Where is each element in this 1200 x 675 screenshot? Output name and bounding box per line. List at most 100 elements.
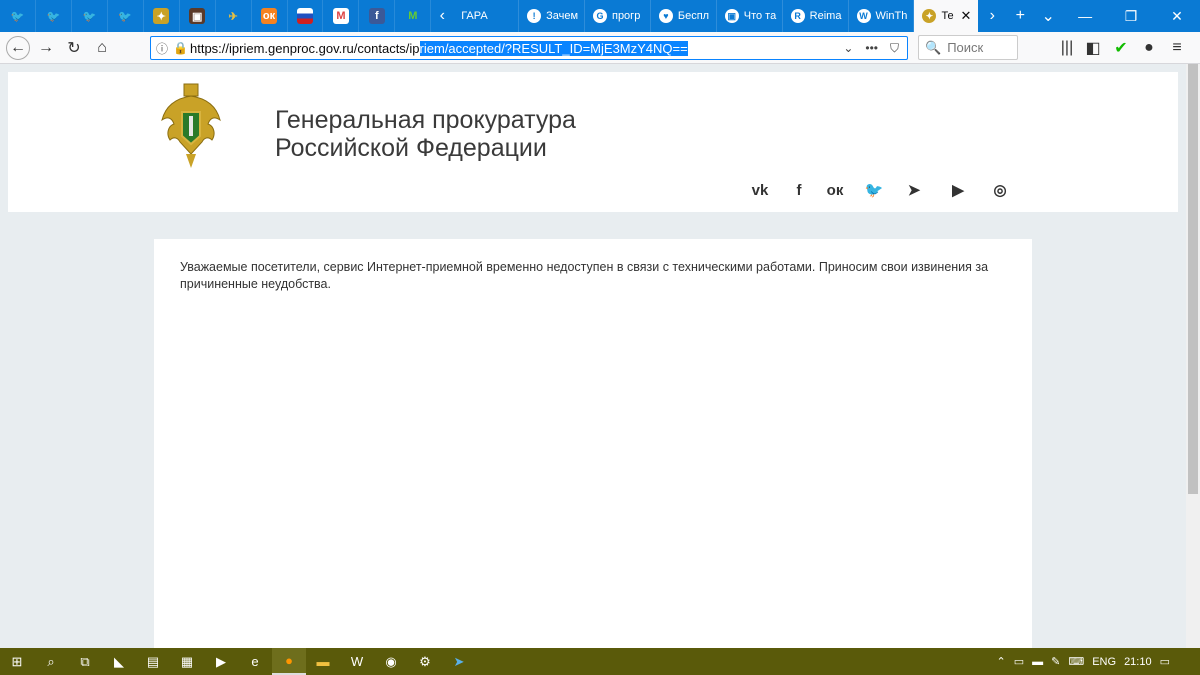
language-indicator[interactable]: ENG <box>1092 656 1116 668</box>
pinned-tab[interactable]: M <box>323 0 360 32</box>
scroll-tabs-left-button[interactable]: ‹ <box>431 0 453 32</box>
account-button[interactable]: ● <box>1138 37 1160 59</box>
tab[interactable]: ♥ Беспл <box>651 0 717 32</box>
taskbar-app[interactable]: ▤ <box>136 648 170 675</box>
system-tray: ⌃ ▭ ▬ ✎ ⌨ ENG 21:10 ▭ <box>996 648 1200 675</box>
extension-button[interactable]: ✔ <box>1110 37 1132 59</box>
info-icon[interactable]: ⓘ <box>151 40 173 57</box>
twitter-icon[interactable]: 🐦 <box>864 180 884 200</box>
pinned-tab[interactable]: 🐦 <box>36 0 72 32</box>
telegram-icon[interactable]: ➤ <box>904 180 924 200</box>
scrollbar-thumb[interactable] <box>1188 64 1198 494</box>
tab-label: WinTh <box>875 10 908 22</box>
battery-icon[interactable]: ▬ <box>1032 656 1043 668</box>
search-icon: ⌕ <box>47 653 55 669</box>
chevron-right-icon: › <box>989 7 995 24</box>
task-view-button[interactable]: ⧉ <box>68 648 102 675</box>
check-icon: ✔ <box>1114 40 1128 57</box>
reload-icon: ↻ <box>67 40 81 57</box>
nav-bar: ← → ↻ ⌂ ⓘ 🔒 https://ipriem.genproc.gov.r… <box>0 32 1200 64</box>
winth-icon: W <box>856 9 871 23</box>
vk-icon[interactable]: vk <box>750 180 770 200</box>
home-button[interactable]: ⌂ <box>91 37 113 59</box>
minimize-icon: — <box>1078 8 1093 24</box>
keyboard-icon[interactable]: ⌨ <box>1068 655 1084 668</box>
library-icon: ||| <box>1060 39 1074 56</box>
m-icon: M <box>408 10 418 22</box>
taskbar-app[interactable]: ➤ <box>442 648 476 675</box>
taskbar-app[interactable]: e <box>238 648 272 675</box>
search-input[interactable]: 🔍 Поиск <box>918 35 1018 60</box>
tab[interactable]: ГАРА <box>453 0 520 32</box>
taskbar-app[interactable]: ◉ <box>374 648 408 675</box>
arrow-left-icon: ← <box>10 39 26 56</box>
new-tab-button[interactable]: + <box>1006 0 1034 32</box>
tab-label: ГАРА <box>461 10 488 22</box>
chevron-down-icon[interactable]: ⌄ <box>843 41 853 56</box>
restore-button[interactable]: ❐ <box>1108 0 1154 32</box>
notifications-icon[interactable]: ▭ <box>1160 655 1170 668</box>
taskbar-app[interactable]: W <box>340 648 374 675</box>
site-title-line2: Российской Федерации <box>275 134 547 162</box>
windows-icon: ⊞ <box>11 653 23 669</box>
gear-icon: ⚙ <box>419 653 431 669</box>
hamburger-icon: ≡ <box>1172 39 1182 56</box>
url-actions: ⌄ ••• ⛉ <box>843 41 907 56</box>
instagram-icon[interactable]: ◎ <box>990 180 1010 200</box>
facebook-icon[interactable]: f <box>789 180 809 200</box>
pinned-tab[interactable]: ✈ <box>216 0 252 32</box>
pinned-tab[interactable]: f <box>359 0 396 32</box>
page-actions-icon[interactable]: ••• <box>865 41 878 56</box>
clock[interactable]: 21:10 <box>1124 656 1152 668</box>
tab[interactable]: ▣ Что та <box>717 0 783 32</box>
pinned-tab[interactable]: ок <box>252 0 288 32</box>
list-tabs-button[interactable]: ⌄ <box>1034 0 1062 32</box>
plus-icon: + <box>1015 7 1025 24</box>
taskbar-app[interactable]: ▦ <box>170 648 204 675</box>
library-button[interactable]: ||| <box>1056 37 1078 59</box>
url-bar[interactable]: ⓘ 🔒 https://ipriem.genproc.gov.ru/contac… <box>150 36 908 60</box>
close-icon[interactable]: ✕ <box>960 8 971 24</box>
tab[interactable]: W WinTh <box>849 0 915 32</box>
taskbar-app-firefox[interactable]: ● <box>272 648 306 675</box>
network-icon[interactable]: ▭ <box>1014 655 1024 668</box>
start-button[interactable]: ⊞ <box>0 648 34 675</box>
sidebar-button[interactable]: ◧ <box>1082 37 1104 59</box>
reload-button[interactable]: ↻ <box>63 37 85 59</box>
url-text: https://ipriem.genproc.gov.ru/contacts/i… <box>190 40 688 56</box>
pinned-tab[interactable]: ✦ <box>144 0 180 32</box>
window-close-button[interactable]: ✕ <box>1154 0 1200 32</box>
taskbar-app[interactable]: ⚙ <box>408 648 442 675</box>
home-icon: ⌂ <box>97 39 107 56</box>
scrollbar[interactable] <box>1186 64 1200 648</box>
pinned-tab[interactable]: 🐦 <box>0 0 36 32</box>
tab[interactable]: R Reima <box>783 0 849 32</box>
minimize-button[interactable]: — <box>1062 0 1108 32</box>
taskbar-app[interactable]: ▶ <box>204 648 238 675</box>
taskbar-app[interactable]: ▬ <box>306 648 340 675</box>
site-title-line1: Генеральная прокуратура <box>275 106 576 134</box>
taskbar: ⊞ ⌕ ⧉ ◣ ▤ ▦ ▶ e ● ▬ W ◉ ⚙ ➤ ⌃ ▭ ▬ ✎ ⌨ EN… <box>0 648 1200 675</box>
forward-button[interactable]: → <box>35 37 57 59</box>
youtube-icon[interactable]: ▶ <box>948 180 968 200</box>
pinned-tab[interactable]: M <box>395 0 432 32</box>
pinned-tab[interactable]: 🐦 <box>72 0 108 32</box>
menu-button[interactable]: ≡ <box>1166 37 1188 59</box>
pinned-tab[interactable] <box>288 0 324 32</box>
task-view-icon: ⧉ <box>80 653 90 669</box>
pen-icon[interactable]: ✎ <box>1051 655 1060 668</box>
odnoklassniki-icon[interactable]: ок <box>825 180 845 200</box>
taskbar-app[interactable]: ◣ <box>102 648 136 675</box>
pinned-tab[interactable]: 🐦 <box>108 0 144 32</box>
scroll-tabs-right-button[interactable]: › <box>978 0 1006 32</box>
chevron-up-icon[interactable]: ⌃ <box>996 655 1005 668</box>
tab-label: Зачем <box>546 10 579 22</box>
pocket-icon[interactable]: ⛉ <box>890 41 899 56</box>
back-button[interactable]: ← <box>6 36 30 60</box>
search-button[interactable]: ⌕ <box>34 648 68 675</box>
tab-active[interactable]: ✦ Те ✕ <box>914 0 979 32</box>
tab[interactable]: ! Зачем <box>519 0 585 32</box>
pinned-tab[interactable]: ▣ <box>180 0 216 32</box>
tab[interactable]: Gпрогр <box>585 0 651 32</box>
twitter-icon: 🐦 <box>118 10 133 23</box>
